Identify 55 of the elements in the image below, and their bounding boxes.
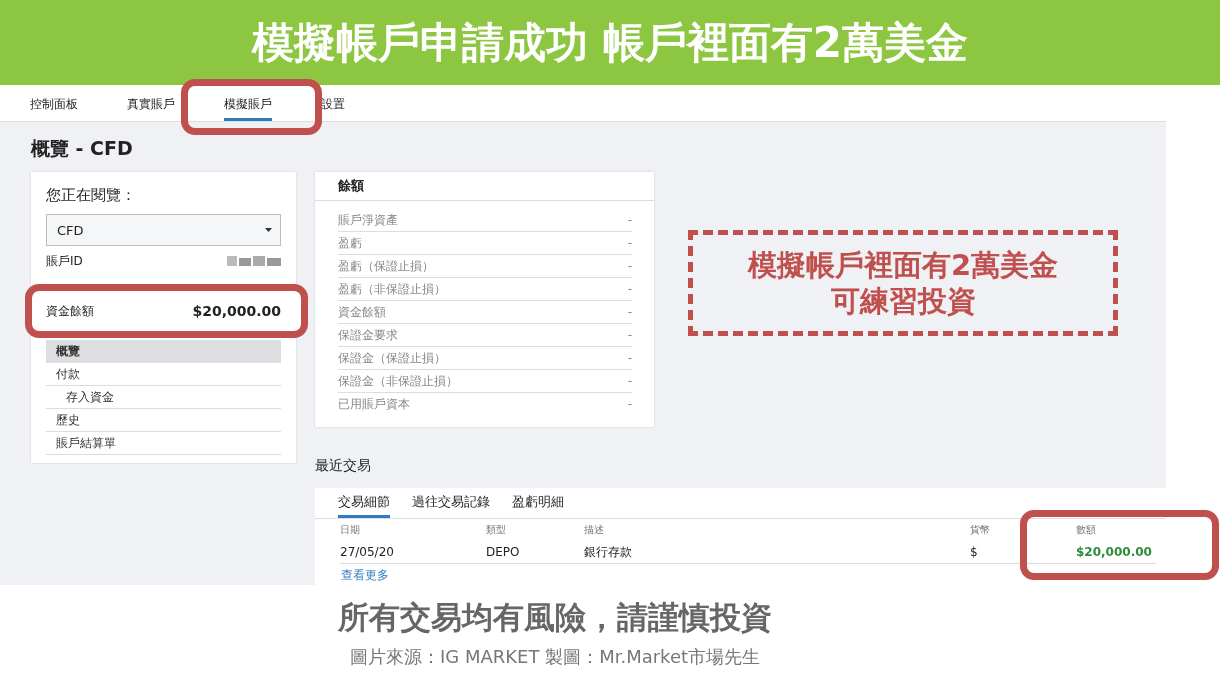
section-title: 最近交易 bbox=[315, 457, 372, 475]
account-id-label: 賬戶ID bbox=[46, 252, 83, 270]
table-cell-text: $ bbox=[970, 545, 979, 559]
nav-tab[interactable]: 模擬賬戶 bbox=[224, 85, 272, 121]
table-cell-text: $20,000.00 bbox=[1076, 545, 1153, 559]
page-title: 概覽 - CFD bbox=[29, 136, 134, 161]
balance-label: 保證金（保證止損） bbox=[338, 350, 446, 367]
column-header: 日期 bbox=[340, 523, 361, 537]
table-cell-text: DEPO bbox=[486, 545, 521, 559]
side-menu-item[interactable]: 概覽 bbox=[46, 340, 281, 363]
column-header: 類型 bbox=[486, 523, 507, 537]
balance-value: - bbox=[627, 235, 632, 252]
side-menu-item[interactable]: 存入資金 bbox=[46, 386, 281, 409]
table-cell-text: 銀行存款 bbox=[584, 543, 633, 561]
balance-value: - bbox=[627, 304, 632, 321]
column-header: 貨幣 bbox=[970, 523, 991, 537]
balance-label: 賬戶淨資產 bbox=[338, 212, 398, 229]
trades-tab[interactable]: 盈虧明細 bbox=[512, 488, 564, 518]
balance-label: 盈虧（保證止損） bbox=[338, 258, 434, 275]
callout-label: 資金餘額 bbox=[46, 302, 94, 320]
balance-label: 盈虧 bbox=[338, 235, 362, 252]
side-menu-item[interactable]: 付款 bbox=[46, 363, 281, 386]
balance-value: - bbox=[627, 350, 632, 367]
column-header: 數額 bbox=[1076, 523, 1097, 537]
trades-tab[interactable]: 過往交易記錄 bbox=[412, 488, 490, 518]
balance-value: - bbox=[627, 373, 632, 390]
viewing-heading: 您正在閱覽： bbox=[46, 186, 137, 206]
side-menu-item[interactable]: 歷史 bbox=[46, 409, 281, 432]
banner-title: 模擬帳戶申請成功 帳戶裡面有2萬美金 bbox=[0, 0, 1220, 85]
callout-text: 模擬帳戶裡面有2萬美金 bbox=[747, 246, 1059, 283]
balance-label: 保證金（非保證止損） bbox=[338, 373, 458, 390]
blurred-value bbox=[227, 255, 281, 267]
account-select[interactable]: CFD bbox=[46, 214, 281, 246]
balance-value: - bbox=[627, 258, 632, 275]
table-cell-text: 27/05/20 bbox=[340, 545, 395, 559]
caret-icon bbox=[265, 228, 272, 232]
trades-tab[interactable]: 交易細節 bbox=[338, 488, 390, 518]
nav-tab[interactable]: 真實賬戶 bbox=[127, 85, 175, 121]
side-menu-item[interactable]: 賬戶結算單 bbox=[46, 432, 281, 455]
balance-value: - bbox=[627, 212, 632, 229]
balance-label: 已用賬戶資本 bbox=[338, 396, 410, 413]
balance-label: 保證金要求 bbox=[338, 327, 398, 344]
callout-text: 可練習投資 bbox=[830, 283, 976, 320]
callout-value: $20,000.00 bbox=[192, 303, 281, 319]
balance-value: - bbox=[627, 281, 632, 298]
balance-label: 盈虧（非保證止損） bbox=[338, 281, 446, 298]
balance-label: 資金餘額 bbox=[338, 304, 386, 321]
risk-warning: 所有交易均有風險，請謹慎投資 bbox=[338, 598, 772, 637]
see-more-link[interactable]: 查看更多 bbox=[341, 567, 389, 584]
image-source: 圖片來源：IG MARKET 製圖：Mr.Market市場先生 bbox=[349, 645, 761, 669]
column-header: 描述 bbox=[584, 523, 605, 537]
balance-value: - bbox=[627, 327, 632, 344]
balance-title: 餘額 bbox=[315, 172, 654, 201]
nav-tab[interactable]: 控制面板 bbox=[30, 85, 78, 121]
balance-value: - bbox=[627, 396, 632, 413]
